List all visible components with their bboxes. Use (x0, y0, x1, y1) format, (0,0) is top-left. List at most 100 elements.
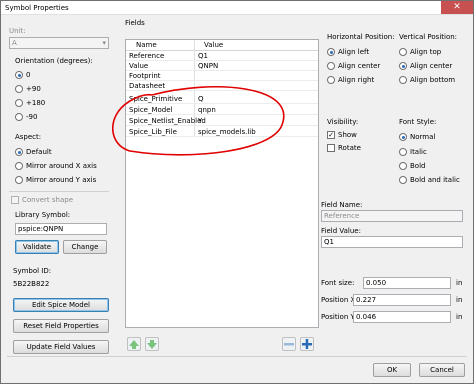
change-button[interactable]: Change (63, 240, 107, 254)
fields-label: Fields (125, 19, 145, 27)
unit-value: A (12, 39, 17, 47)
font-style-option-normal: Normal (410, 133, 436, 141)
orientation-option-neg90: -90 (26, 113, 38, 121)
cancel-button[interactable]: Cancel (419, 363, 465, 377)
symbol-id-label: Symbol ID: (13, 267, 52, 275)
add-field-icon[interactable] (300, 337, 314, 351)
vpos-option-bottom: Align bottom (410, 76, 456, 84)
header-name: Name (136, 41, 157, 49)
table-row[interactable]: Reference Q1 (126, 52, 318, 61)
vpos-option-top: Align top (410, 48, 442, 56)
hpos-radio-left[interactable] (327, 48, 335, 56)
position-x-input[interactable]: 0.227 (353, 294, 451, 306)
annotation-ellipse (112, 86, 285, 156)
reset-field-properties-button[interactable]: Reset Field Properties (13, 319, 109, 333)
field-value-value: Q1 (324, 238, 334, 246)
vpos-radio-top[interactable] (399, 48, 407, 56)
font-size-label: Font size: (321, 279, 355, 287)
grid-header: Name Value (126, 40, 318, 51)
separator (9, 191, 109, 192)
move-down-glyph (147, 340, 157, 349)
font-style-radio-bold[interactable] (399, 162, 407, 170)
aspect-label: Aspect: (15, 133, 42, 141)
vpos-radio-bottom[interactable] (399, 76, 407, 84)
aspect-radio-mirror-x[interactable] (15, 162, 23, 170)
convert-shape-label: Convert shape (22, 196, 74, 204)
rotate-checkbox[interactable] (327, 144, 335, 152)
table-row[interactable]: Value QNPN (126, 62, 318, 71)
field-name-value: Reference (324, 212, 360, 220)
orientation-option-180: +180 (26, 99, 46, 107)
field-name-input[interactable]: Reference (321, 210, 463, 222)
hpos-label: Horizontal Position: (327, 33, 395, 41)
orientation-radio-neg90[interactable] (15, 113, 23, 121)
add-field-glyph (302, 339, 312, 349)
show-checkbox[interactable]: ✓ (327, 131, 335, 139)
library-symbol-field[interactable]: pspice:QNPN (15, 223, 107, 235)
font-style-radio-normal[interactable] (399, 133, 407, 141)
hpos-option-right: Align right (338, 76, 375, 84)
aspect-option-mirror-x: Mirror around X axis (26, 162, 97, 170)
convert-shape-checkbox[interactable] (11, 196, 19, 204)
fields-grid[interactable]: Name Value Reference Q1 Value QNPN Footpri… (112, 39, 319, 328)
orientation-radio-180[interactable] (15, 99, 23, 107)
delete-field-glyph (284, 343, 294, 346)
delete-field-icon[interactable] (282, 337, 296, 351)
ok-button[interactable]: OK (373, 363, 411, 377)
plus-bar-v (305, 339, 309, 349)
title-bar: Symbol Properties ✕ (1, 1, 473, 15)
field-value-input[interactable]: Q1 (321, 236, 463, 248)
header-value: Value (204, 41, 224, 49)
move-up-glyph (129, 340, 139, 349)
font-size-input[interactable]: 0.050 (363, 277, 451, 289)
font-style-option-bold: Bold (410, 162, 426, 170)
unit-label: Unit: (9, 27, 26, 35)
move-down-icon[interactable] (145, 337, 159, 351)
move-up-arrow (129, 340, 139, 349)
font-size-unit: in (456, 279, 463, 287)
position-y-input[interactable]: 0.046 (353, 311, 451, 323)
font-size-value: 0.050 (366, 279, 387, 287)
field-name-label: Field Name: (321, 201, 363, 209)
aspect-radio-mirror-y[interactable] (15, 176, 23, 184)
vpos-radio-center[interactable] (399, 62, 407, 70)
window-title: Symbol Properties (5, 4, 69, 12)
rotate-label: Rotate (338, 144, 361, 152)
orientation-radio-90[interactable] (15, 85, 23, 93)
aspect-radio-default[interactable] (15, 148, 23, 156)
font-style-option-bold-italic: Bold and italic (410, 176, 460, 184)
font-style-radio-bold-italic[interactable] (399, 176, 407, 184)
position-y-label: Position Y: (321, 313, 357, 321)
position-y-unit: in (456, 313, 463, 321)
annotation-ellipse-stroke (112, 86, 285, 156)
vpos-label: Vertical Position: (399, 33, 458, 41)
orientation-option-90: +90 (26, 85, 41, 93)
edit-spice-model-button[interactable]: Edit Spice Model (13, 298, 109, 312)
orientation-label: Orientation (degrees): (15, 57, 93, 65)
table-row[interactable]: Footprint (126, 72, 318, 81)
close-icon[interactable]: ✕ (441, 1, 473, 14)
font-style-radio-italic[interactable] (399, 148, 407, 156)
library-symbol-label: Library Symbol: (15, 211, 71, 219)
aspect-option-mirror-y: Mirror around Y axis (26, 176, 97, 184)
vpos-option-center: Align center (410, 62, 453, 70)
symbol-properties-dialog: Symbol Properties ✕ Unit: A ▾ Orientatio… (0, 0, 474, 384)
hpos-radio-center[interactable] (327, 62, 335, 70)
position-y-value: 0.046 (356, 313, 377, 321)
font-style-label: Font Style: (399, 118, 437, 126)
move-down-arrow (147, 340, 157, 349)
symbol-id-value: 5B22B822 (13, 280, 50, 288)
minus-bar (284, 343, 294, 346)
field-value-label: Field Value: (321, 227, 361, 235)
row-name: Reference (129, 52, 165, 60)
validate-button[interactable]: Validate (15, 240, 59, 254)
hpos-radio-right[interactable] (327, 76, 335, 84)
unit-select[interactable]: A ▾ (9, 37, 109, 49)
position-x-value: 0.227 (356, 296, 377, 304)
orientation-radio-0[interactable] (15, 71, 23, 79)
font-style-option-italic: Italic (410, 148, 427, 156)
move-up-icon[interactable] (127, 337, 141, 351)
orientation-option-0: 0 (26, 71, 31, 79)
hpos-option-left: Align left (338, 48, 370, 56)
update-field-values-button[interactable]: Update Field Values (13, 340, 109, 354)
